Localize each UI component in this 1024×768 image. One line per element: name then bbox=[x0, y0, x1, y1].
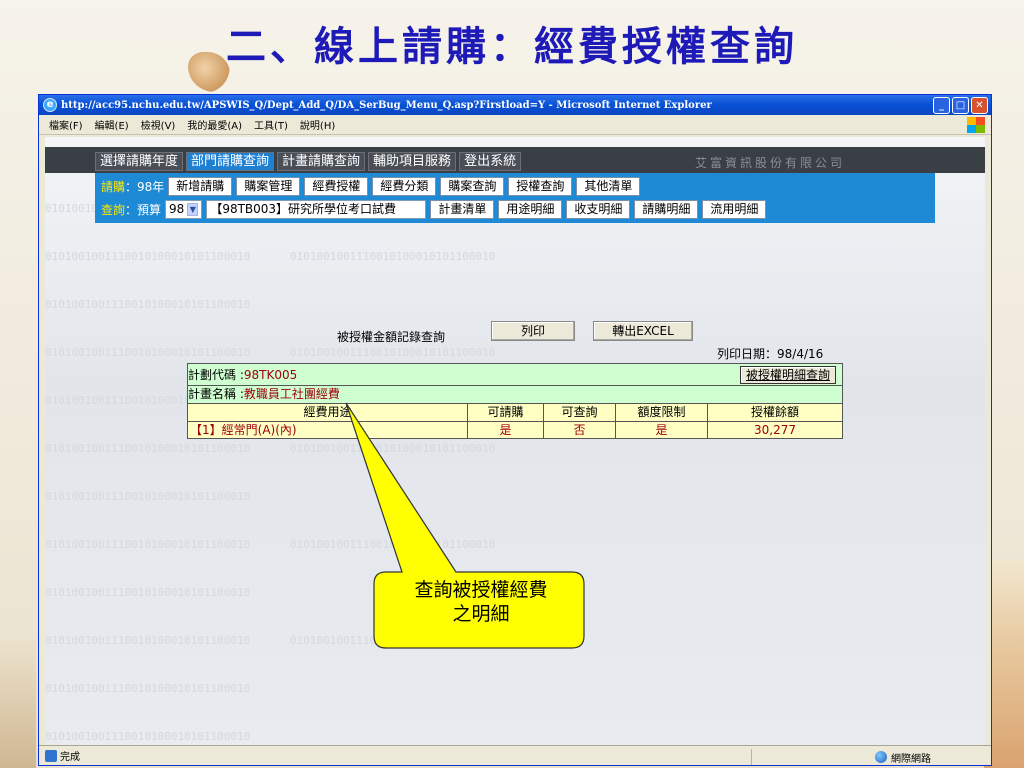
table-cell-purchasable: 是 bbox=[468, 422, 544, 438]
query-label-budget: ：預算 bbox=[125, 203, 162, 217]
plan-name-row: 計畫名稱 : 教職員工社團經費 bbox=[187, 385, 843, 403]
menu-favorites[interactable]: 我的最愛(A) bbox=[187, 117, 242, 132]
purchase-toolbar: 請購：98年 新增請購 購案管理 經費授權 經費分類 購案查詢 授權查詢 其他清… bbox=[101, 177, 641, 196]
plan-code-row: 計劃代碼 : 98TK005 被授權明細查詢 bbox=[187, 363, 843, 385]
callout-line-2: 之明細 bbox=[452, 603, 510, 625]
tab-plan-query[interactable]: 計畫請購查詢 bbox=[277, 152, 366, 171]
security-zone: 網際網路 bbox=[751, 749, 931, 765]
print-date: 列印日期：98/4/16 bbox=[717, 347, 824, 361]
company-name: 艾富資訊股份有限公司 bbox=[695, 156, 846, 170]
table-header: 經費用途 可請購 可查詢 額度限制 授權餘額 bbox=[187, 403, 843, 421]
table-cell-limit: 是 bbox=[616, 422, 708, 438]
table-cell-queryable: 否 bbox=[544, 422, 616, 438]
income-expense-detail-button[interactable]: 收支明細 bbox=[566, 200, 631, 219]
window-titlebar[interactable]: e http://acc95.nchu.edu.tw/APSWIS_Q/Dept… bbox=[39, 95, 991, 115]
authorization-detail-button[interactable]: 被授權明細查詢 bbox=[739, 365, 836, 384]
plan-name-label: 計畫名稱 : bbox=[188, 387, 244, 401]
page-done-icon bbox=[45, 749, 57, 762]
maximize-button[interactable]: □ bbox=[952, 96, 969, 114]
zone-text: 網際網路 bbox=[891, 753, 931, 765]
minimize-button[interactable]: _ bbox=[933, 96, 950, 114]
column-header: 可請購 bbox=[468, 404, 544, 421]
authorization-query-button[interactable]: 授權查詢 bbox=[508, 177, 573, 196]
slide-title: 二、線上請購：經費授權查詢 bbox=[226, 23, 798, 70]
case-query-button[interactable]: 購案查詢 bbox=[440, 177, 505, 196]
tab-select-year[interactable]: 選擇請購年度 bbox=[95, 152, 184, 171]
plan-code-value: 98TK005 bbox=[243, 367, 298, 382]
table-cell-balance: 30,277 bbox=[754, 423, 796, 437]
menu-tools[interactable]: 工具(T) bbox=[254, 117, 288, 132]
menu-bar: 檔案(F) 編輯(E) 檢視(V) 我的最愛(A) 工具(T) 說明(H) bbox=[39, 115, 991, 135]
windows-logo-icon bbox=[967, 116, 985, 133]
usage-detail-button[interactable]: 用途明細 bbox=[498, 200, 563, 219]
year-select[interactable]: 98 ▼ bbox=[165, 200, 203, 219]
menu-view[interactable]: 檢視(V) bbox=[141, 117, 176, 132]
plan-list-button[interactable]: 計畫清單 bbox=[430, 200, 495, 219]
column-header: 可查詢 bbox=[544, 404, 616, 421]
chevron-down-icon[interactable]: ▼ bbox=[187, 203, 199, 216]
window-title: http://acc95.nchu.edu.tw/APSWIS_Q/Dept_A… bbox=[61, 99, 712, 111]
ie-logo-icon: e bbox=[43, 98, 57, 112]
close-button[interactable]: ✕ bbox=[971, 96, 988, 114]
authorization-grid: 計劃代碼 : 98TK005 被授權明細查詢 計畫名稱 : 教職員工社團經費 經… bbox=[187, 363, 843, 439]
main-tabs: 選擇請購年度 部門請購查詢 計畫請購查詢 輔助項目服務 登出系統 bbox=[95, 152, 522, 171]
binary-background-decoration: 0101001001110010100010101100010 01010010… bbox=[45, 202, 496, 743]
page-viewport: 0101001001110010100010101100010 01010010… bbox=[45, 137, 985, 745]
column-header: 額度限制 bbox=[616, 404, 708, 421]
purchase-label-prefix: 請購 bbox=[101, 180, 126, 194]
print-button[interactable]: 列印 bbox=[491, 321, 575, 341]
query-budget-label: 查詢：預算 bbox=[101, 201, 161, 218]
table-cell-usage: 【1】經常門(A)(內) bbox=[188, 422, 468, 438]
year-select-value: 98 bbox=[169, 202, 185, 216]
status-text: 完成 bbox=[60, 752, 80, 763]
window-controls: _ □ ✕ bbox=[933, 96, 991, 114]
fund-category-button[interactable]: 經費分類 bbox=[372, 177, 437, 196]
plan-name-value: 教職員工社團經費 bbox=[243, 387, 340, 401]
export-excel-button[interactable]: 轉出EXCEL bbox=[593, 321, 693, 341]
case-management-button[interactable]: 購案管理 bbox=[236, 177, 301, 196]
purchase-detail-button[interactable]: 請購明細 bbox=[634, 200, 699, 219]
purchase-year-label: 請購：98年 bbox=[101, 178, 164, 195]
query-label-prefix: 查詢 bbox=[101, 203, 126, 217]
tab-aux-service[interactable]: 輔助項目服務 bbox=[368, 152, 457, 171]
project-field[interactable]: 【98TB003】研究所學位考口試費 bbox=[206, 200, 427, 219]
new-purchase-button[interactable]: 新增請購 bbox=[168, 177, 233, 196]
plan-code-label: 計劃代碼 : bbox=[188, 367, 244, 382]
tab-logout[interactable]: 登出系統 bbox=[459, 152, 522, 171]
query-toolbar: 查詢：預算 98 ▼ 【98TB003】研究所學位考口試費 計畫清單 用途明細 … bbox=[101, 200, 767, 219]
menu-edit[interactable]: 編輯(E) bbox=[95, 117, 129, 132]
menu-file[interactable]: 檔案(F) bbox=[49, 117, 83, 132]
globe-icon bbox=[875, 751, 887, 763]
callout-text: 查詢被授權經費 之明細 bbox=[378, 578, 584, 626]
other-list-button[interactable]: 其他清單 bbox=[576, 177, 641, 196]
transfer-detail-button[interactable]: 流用明細 bbox=[702, 200, 767, 219]
ie-window: e http://acc95.nchu.edu.tw/APSWIS_Q/Dept… bbox=[38, 94, 992, 766]
menu-help[interactable]: 說明(H) bbox=[300, 117, 335, 132]
query-title: 被授權金額記錄查詢 bbox=[337, 330, 446, 344]
table-row[interactable]: 【1】經常門(A)(內) 是 否 是 30,277 bbox=[187, 421, 843, 439]
callout-line-1: 查詢被授權經費 bbox=[414, 579, 548, 601]
purchase-label-year: ：98年 bbox=[125, 180, 165, 194]
slide-decoration-left bbox=[0, 640, 36, 768]
column-header: 經費用途 bbox=[188, 404, 468, 421]
status-bar: 完成 網際網路 bbox=[39, 745, 991, 765]
column-header: 授權餘額 bbox=[750, 405, 799, 419]
fund-authorization-button[interactable]: 經費授權 bbox=[304, 177, 369, 196]
status-segment bbox=[751, 749, 871, 765]
tab-dept-query[interactable]: 部門請購查詢 bbox=[186, 152, 275, 171]
